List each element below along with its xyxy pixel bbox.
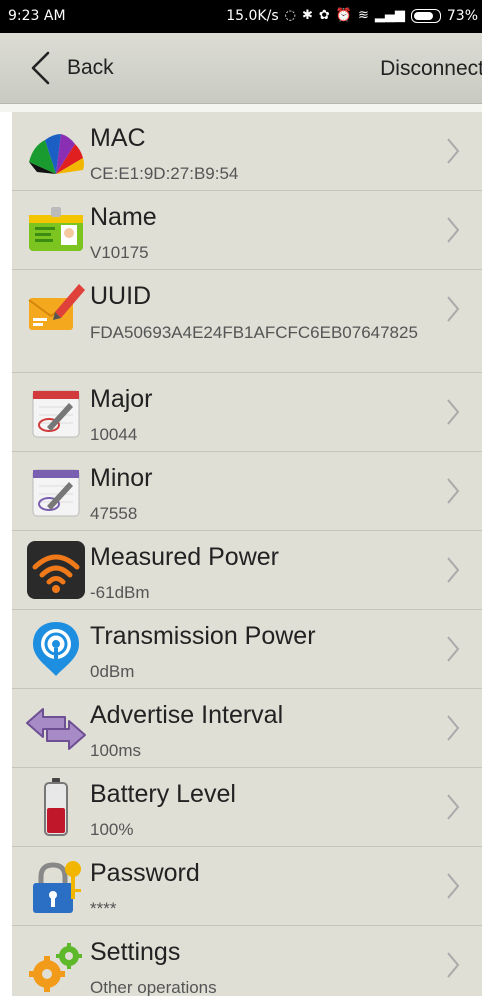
list-item-advertise-interval[interactable]: Advertise Interval 100ms [12,689,482,768]
back-label: Back [67,56,114,79]
status-bar: 9:23 AM 15.0K/s ◌ ✱ ✿ ⏰ ≋ ▂▄▆ 73% [0,0,482,33]
arrows-icon [26,708,86,750]
item-title: Measured Power [90,543,279,571]
chevron-right-icon [447,715,460,741]
chevron-right-icon [447,478,460,504]
settings-icon: ✿ [318,8,330,23]
broadcast-icon [33,622,79,676]
item-value: 100% [90,820,134,839]
calendar-pen-icon [32,469,80,517]
chevron-right-icon [447,557,460,583]
item-value: Other operations [90,978,217,996]
calendar-pen-icon [32,390,80,438]
network-speed: 15.0K/s [226,8,279,24]
lock-key-icon [33,861,81,913]
status-time: 9:23 AM [8,8,66,24]
list-item-minor[interactable]: Minor 47558 [12,452,482,531]
wifi-icon: ≋ [357,8,369,23]
item-title: Password [90,859,200,887]
id-card-icon [29,207,83,251]
item-value: FDA50693A4E24FB1AFCFC6EB07647825 [90,323,418,342]
battery-icon [44,778,68,836]
item-title: Transmission Power [90,622,316,650]
item-value: 0dBm [90,662,135,681]
chevron-left-icon [31,51,50,85]
item-title: Battery Level [90,780,236,808]
item-value: 47558 [90,504,138,523]
item-value: **** [90,899,117,918]
item-title: UUID [90,282,152,310]
item-value: V10175 [90,243,149,262]
item-title: Advertise Interval [90,701,284,729]
chevron-right-icon [447,794,460,820]
list-item-transmission-power[interactable]: Transmission Power 0dBm [12,610,482,689]
battery-percent: 73% [446,8,478,24]
chevron-right-icon [447,138,460,164]
list-item-password[interactable]: Password **** [12,847,482,926]
status-icons: 15.0K/s ◌ ✱ ✿ ⏰ ≋ ▂▄▆ 73% [226,8,478,24]
chevron-right-icon [447,217,460,243]
alarm-icon: ⏰ [335,8,352,23]
list-item-mac[interactable]: MAC CE:E1:9D:27:B9:54 [12,112,482,191]
item-title: Settings [90,938,181,966]
item-value: CE:E1:9D:27:B9:54 [90,164,239,183]
item-value: -61dBm [90,583,150,602]
gears-icon [29,943,82,992]
nav-bar: Back Disconnect [0,33,482,104]
list-item-major[interactable]: Major 10044 [12,373,482,452]
list-item-battery-level[interactable]: Battery Level 100% [12,768,482,847]
beacon-properties-list: MAC CE:E1:9D:27:B9:54 Name V10175 UUID F… [12,112,482,996]
list-item-name[interactable]: Name V10175 [12,191,482,270]
list-item-settings[interactable]: Settings Other operations [12,926,482,996]
chevron-right-icon [447,296,460,322]
item-title: Name [90,203,157,231]
back-button[interactable]: Back [30,51,114,85]
disconnect-button[interactable]: Disconnect [380,57,482,81]
item-title: MAC [90,124,146,152]
bluetooth-icon: ✱ [301,8,313,23]
sync-icon: ◌ [284,8,296,23]
battery-icon [410,9,441,23]
item-value: 100ms [90,741,142,760]
item-value: 10044 [90,425,138,444]
list-item-uuid[interactable]: UUID FDA50693A4E24FB1AFCFC6EB07647825 [12,270,482,373]
chevron-right-icon [447,399,460,425]
chevron-right-icon [447,952,460,978]
item-title: Major [90,385,153,413]
chevron-right-icon [447,636,460,662]
item-title: Minor [90,464,153,492]
divider [0,104,482,112]
chevron-right-icon [447,873,460,899]
wifi-icon [27,541,85,599]
signal-icon: ▂▄▆ [374,8,405,23]
color-fan-icon [29,134,84,174]
envelope-pen-icon [28,284,85,330]
list-item-measured-power[interactable]: Measured Power -61dBm [12,531,482,610]
